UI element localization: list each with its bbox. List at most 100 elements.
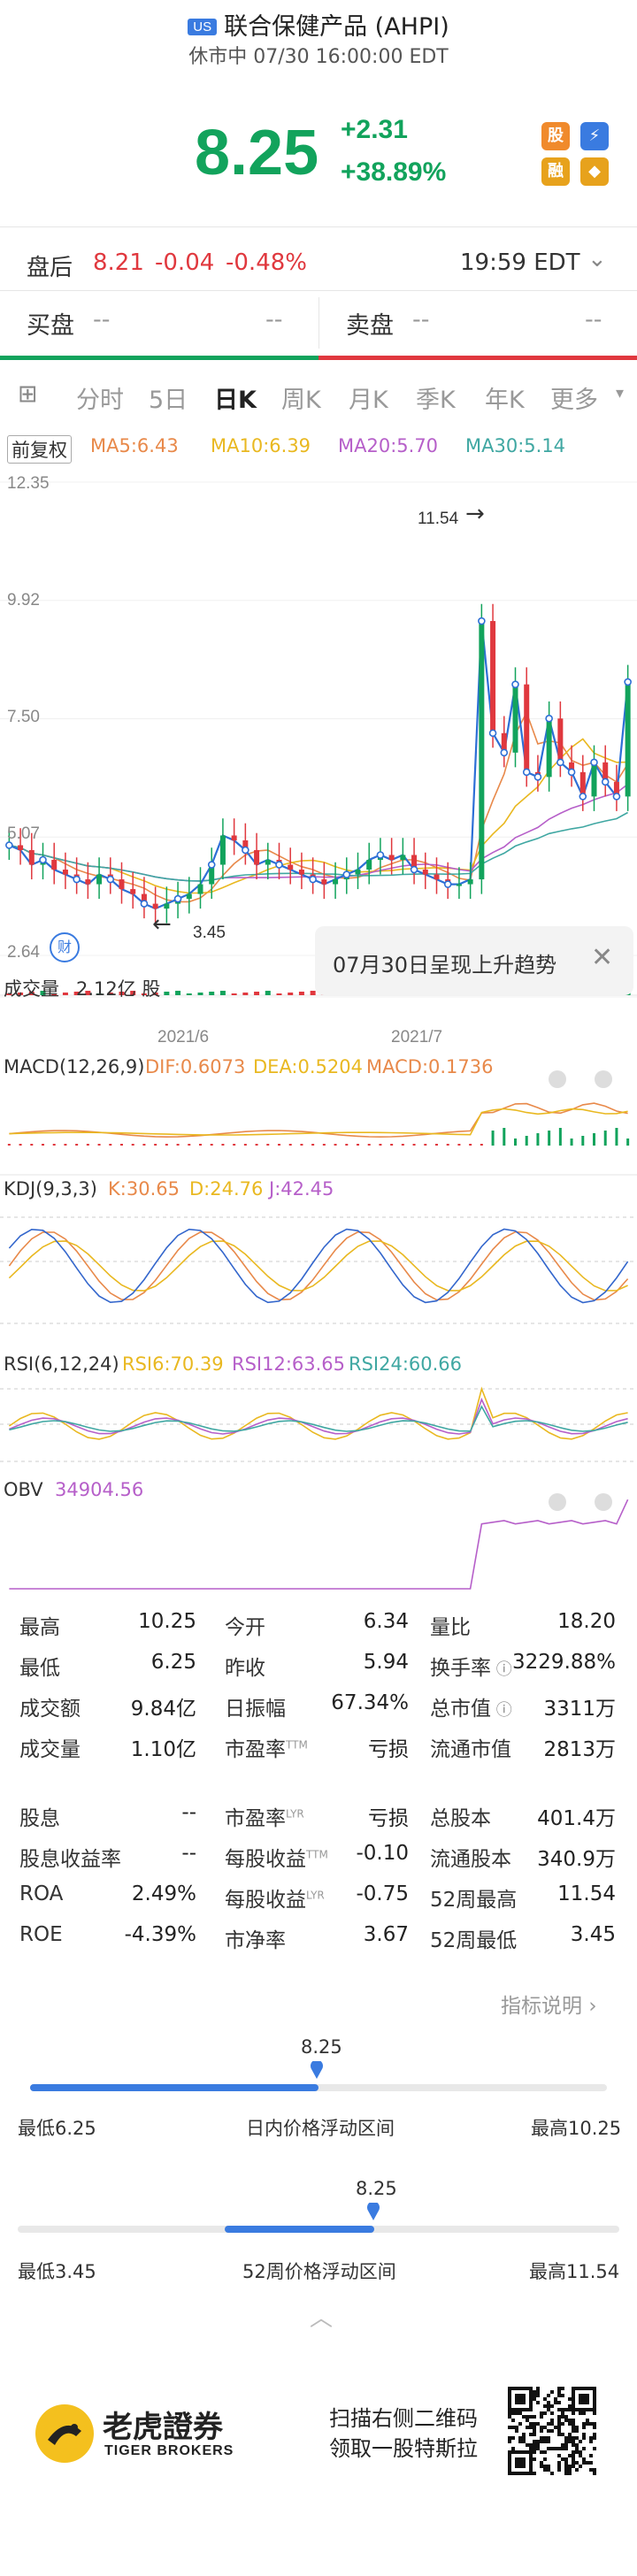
layout-grid-icon[interactable]: ⊞ — [18, 380, 38, 408]
candle-body — [265, 860, 271, 865]
tab-monthly-k[interactable]: 月K — [349, 380, 388, 415]
close-point — [522, 768, 531, 777]
qr-module — [564, 2440, 568, 2443]
tab-daily-k[interactable]: 日K — [214, 380, 257, 415]
candle-body — [96, 874, 103, 885]
after-hours-row[interactable]: 盘后 8.21 -0.04 -0.48% 19:59 EDT ⌄ — [0, 239, 637, 288]
qr-module — [533, 2390, 536, 2394]
finance-icon[interactable]: 融 — [541, 157, 570, 186]
qr-module — [561, 2443, 564, 2447]
qr-module — [529, 2457, 533, 2461]
info-icon[interactable]: ⓘ — [491, 1701, 512, 1720]
qr-module — [515, 2472, 518, 2475]
qr-module — [568, 2468, 572, 2472]
stat-value: 3.45 — [570, 1923, 616, 1946]
stat-value: 11.54 — [557, 1882, 616, 1905]
qr-module — [515, 2429, 518, 2433]
tab-intraday[interactable]: 分时 — [76, 380, 124, 415]
qr-module — [575, 2450, 579, 2454]
qr-module — [575, 2408, 579, 2411]
qr-module — [518, 2401, 522, 2404]
tab-weekly-k[interactable]: 周K — [281, 380, 321, 415]
stat-value: 67.34% — [331, 1691, 409, 1714]
tab-quarterly-k[interactable]: 季K — [416, 380, 456, 415]
stats-grid: 最高 10.25 今开 6.34 量比 18.20 最低 6.25 昨收 5.94 换手率 ⓘ 322… — [0, 1610, 637, 1982]
macd-bar — [131, 1144, 134, 1146]
qr-module — [522, 2457, 526, 2461]
qr-module — [593, 2422, 596, 2426]
obv-chart[interactable] — [0, 1483, 637, 1603]
qr-module — [515, 2411, 518, 2415]
candle-body — [490, 621, 496, 733]
financial-report-icon[interactable]: 财 — [50, 932, 80, 962]
ask-panel: 卖盘 -- -- — [319, 292, 637, 354]
chevron-down-icon[interactable]: ⌄ — [587, 246, 607, 272]
qr-module — [564, 2408, 568, 2411]
macd-bar — [52, 1144, 56, 1146]
stock-icon[interactable]: 股 — [541, 122, 570, 150]
candle-body — [333, 879, 339, 885]
candle-body — [186, 893, 192, 900]
macd-bar — [322, 1144, 326, 1146]
education-icon[interactable]: ◆ — [580, 157, 609, 186]
candle-body — [298, 870, 304, 875]
qr-module — [579, 2408, 582, 2411]
volume-bar — [231, 993, 237, 995]
qr-module — [568, 2408, 572, 2411]
tab-yearly-k[interactable]: 年K — [485, 380, 525, 415]
qr-module — [575, 2429, 579, 2433]
qr-module — [582, 2447, 586, 2450]
qr-module — [518, 2465, 522, 2468]
divider — [0, 290, 637, 291]
qr-module — [543, 2465, 547, 2468]
rsi-chart[interactable] — [0, 1373, 637, 1479]
after-hours-change-pct: -0.48% — [226, 249, 307, 276]
qr-module — [515, 2465, 518, 2468]
macd-chart[interactable] — [0, 1062, 637, 1177]
close-point — [533, 773, 542, 781]
caret-down-icon[interactable]: ▾ — [616, 384, 624, 402]
qr-module — [547, 2394, 550, 2397]
rsi6: RSI6:70.39 — [122, 1353, 224, 1375]
qr-module — [561, 2394, 564, 2397]
close-point — [275, 861, 283, 869]
ma20-line — [9, 783, 629, 882]
qr-module — [572, 2454, 575, 2457]
stat-value: 6.34 — [363, 1610, 409, 1633]
qr-module — [568, 2472, 572, 2475]
qr-module — [529, 2408, 533, 2411]
stat-superscript: TTM — [286, 1738, 308, 1752]
volume-bar — [288, 993, 294, 995]
kdj-chart[interactable] — [0, 1200, 637, 1341]
qr-module — [522, 2387, 526, 2390]
close-icon[interactable]: ✕ — [591, 942, 613, 973]
trend-tooltip[interactable]: 07月30日呈现上升趋势 ✕ — [315, 926, 633, 995]
y-tick-label: 2.64 — [7, 943, 40, 962]
stat-label: 日振幅 — [225, 1698, 286, 1721]
chevron-up-icon[interactable]: ︿ — [310, 2300, 333, 2333]
adjust-toggle[interactable]: 前复权 — [7, 435, 72, 464]
y-tick-label: 12.35 — [7, 474, 50, 493]
qr-module — [515, 2394, 518, 2397]
qr-code-icon — [508, 2387, 596, 2475]
qr-module — [536, 2447, 540, 2450]
tab-more[interactable]: 更多 — [550, 380, 598, 415]
qr-module — [557, 2415, 561, 2419]
qr-module — [561, 2447, 564, 2450]
qr-module — [518, 2450, 522, 2454]
qr-module — [582, 2436, 586, 2440]
bid-size: -- — [265, 306, 283, 334]
macd-bar — [581, 1136, 585, 1146]
lightning-icon[interactable]: ⚡ — [580, 122, 609, 150]
page-title: US 联合保健产品 (AHPI) — [0, 7, 637, 42]
indicator-help-link[interactable]: 指标说明 › — [501, 1989, 597, 2019]
stat-value: 10.25 — [138, 1610, 196, 1633]
macd-bar — [142, 1144, 146, 1146]
qr-module — [533, 2422, 536, 2426]
qr-module — [543, 2411, 547, 2415]
tab-5day[interactable]: 5日 — [149, 380, 188, 415]
info-icon[interactable]: ⓘ — [491, 1660, 512, 1679]
tiger-logo-icon — [35, 2404, 94, 2463]
stat-label: 股息 — [19, 1807, 60, 1830]
qr-module — [508, 2390, 511, 2394]
